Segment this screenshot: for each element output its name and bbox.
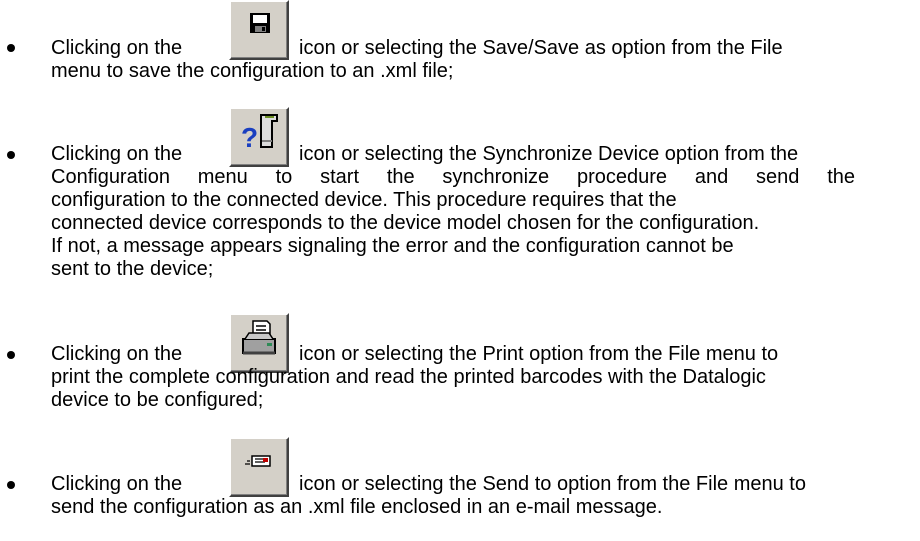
item-text-line: device to be configured; bbox=[51, 389, 264, 411]
bullet bbox=[7, 481, 15, 489]
item-text-line: send the configuration as an .xml file e… bbox=[51, 496, 663, 518]
item-text-line: Configuration menu to start the synchron… bbox=[51, 166, 855, 188]
print-icon[interactable] bbox=[229, 313, 289, 373]
item-text-line: If not, a message appears signaling the … bbox=[51, 235, 734, 257]
send-to-icon[interactable] bbox=[229, 437, 289, 497]
item-text-line: icon or selecting the Send to option fro… bbox=[299, 473, 806, 495]
save-icon[interactable] bbox=[229, 0, 289, 60]
item-text-line: icon or selecting the Synchronize Device… bbox=[299, 143, 799, 165]
bullet bbox=[7, 351, 15, 359]
item-text-line: print the complete configuration and rea… bbox=[51, 366, 766, 388]
item-text-line: connected device corresponds to the devi… bbox=[51, 212, 760, 234]
item-text-prefix: Clicking on the bbox=[51, 143, 183, 165]
bullet bbox=[7, 151, 15, 159]
item-text-prefix: Clicking on the bbox=[51, 37, 183, 59]
item-text-line: configuration to the connected device. T… bbox=[51, 189, 677, 211]
item-text-line: sent to the device; bbox=[51, 258, 214, 280]
bullet bbox=[7, 44, 15, 52]
item-text-prefix: Clicking on the bbox=[51, 343, 183, 365]
item-text-line: menu to save the configuration to an .xm… bbox=[51, 60, 454, 82]
item-text-line: icon or selecting the Save/Save as optio… bbox=[299, 37, 783, 59]
svg-text:?: ? bbox=[241, 122, 258, 153]
synchronize-device-icon[interactable]: ? bbox=[229, 107, 289, 167]
item-text-line: icon or selecting the Print option from … bbox=[299, 343, 779, 365]
item-text-prefix: Clicking on the bbox=[51, 473, 183, 495]
